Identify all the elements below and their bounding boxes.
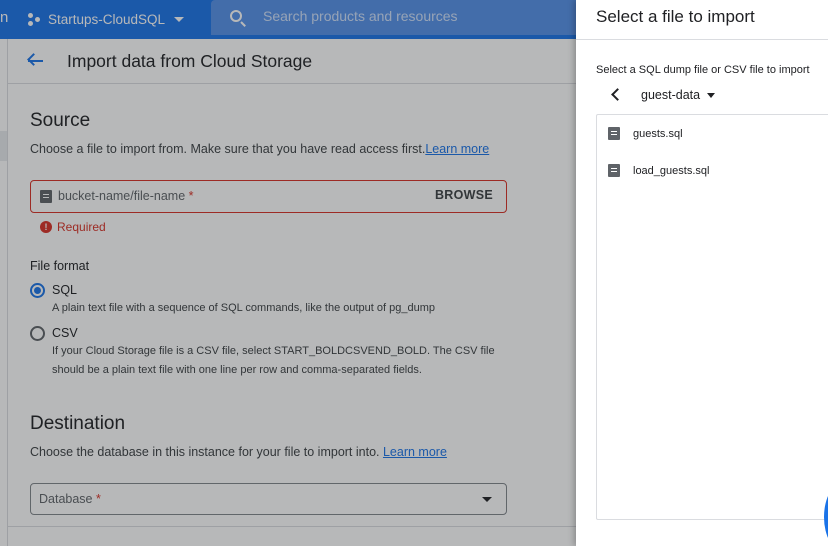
drawer-hint: Select a SQL dump file or CSV file to im… — [596, 64, 810, 76]
file-picker-drawer: Select a file to import Select a SQL dum… — [576, 0, 828, 546]
file-icon — [608, 164, 620, 177]
bucket-name: guest-data — [641, 88, 701, 102]
list-item[interactable]: load_guests.sql — [608, 164, 709, 177]
file-name: guests.sql — [633, 127, 683, 140]
chevron-left-icon[interactable] — [611, 88, 624, 101]
list-item[interactable]: guests.sql — [608, 127, 683, 140]
chevron-down-icon — [707, 92, 716, 98]
drawer-title: Select a file to import — [596, 7, 755, 26]
file-list: guests.sql load_guests.sql — [596, 114, 828, 520]
drawer-divider — [576, 39, 828, 40]
file-icon — [608, 127, 620, 140]
modal-scrim[interactable] — [0, 0, 576, 546]
file-name: load_guests.sql — [633, 164, 710, 177]
bucket-selector[interactable]: guest-data — [641, 88, 716, 102]
